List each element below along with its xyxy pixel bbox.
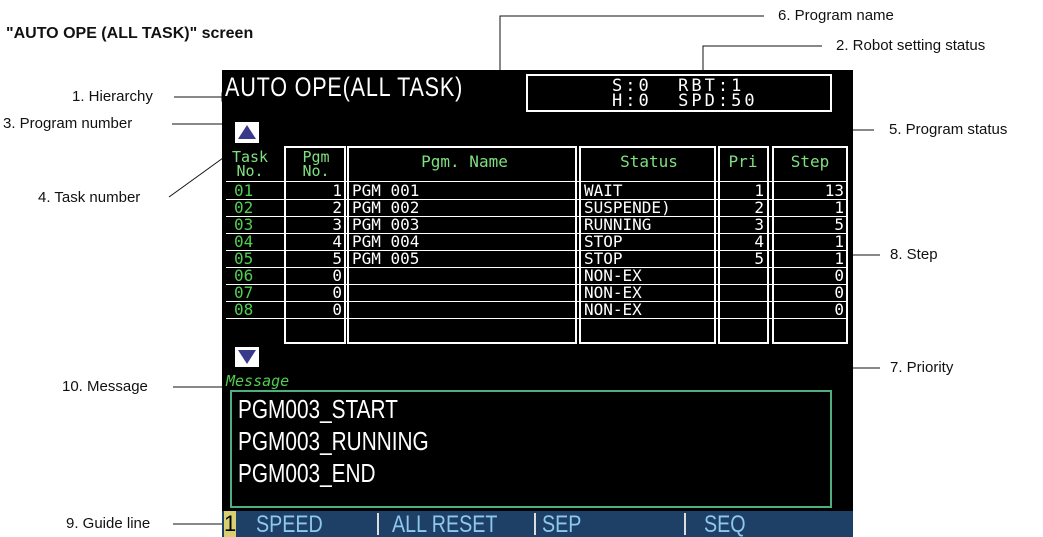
screen-hierarchy-title: AUTO OPE(ALL TASK) xyxy=(225,72,464,102)
annotation-robot-setting-status: 2. Robot setting status xyxy=(836,37,986,54)
step-cell: 13 xyxy=(824,181,844,200)
annotation-program-number: 3. Program number xyxy=(3,115,133,132)
guide-page-number: 1 xyxy=(224,511,237,537)
program-status-cell: WAIT xyxy=(584,181,623,200)
program-status-cell: SUSPENDE) xyxy=(584,198,671,217)
teach-pendant-screen: AUTO OPE(ALL TASK) S:0 RBT:1 H:0 SPD:50 … xyxy=(222,70,853,537)
program-number-cell: 1 xyxy=(332,181,342,200)
program-name-cell: PGM_004 xyxy=(352,232,420,251)
message-line-3: PGM003_END xyxy=(238,458,376,488)
program-number-cell: 0 xyxy=(332,266,342,285)
guide-key-sep[interactable]: SEP xyxy=(542,511,581,537)
program-number-cell: 2 xyxy=(332,198,342,217)
program-number-cell: 0 xyxy=(332,283,342,302)
guide-key-speed[interactable]: SPEED xyxy=(256,511,323,537)
task-number-cell: 01 xyxy=(234,181,254,200)
annotation-program-status: 5. Program status xyxy=(889,121,1008,138)
program-status-cell: NON-EX xyxy=(584,300,642,319)
priority-cell: 4 xyxy=(754,232,764,251)
task-number-cell: 04 xyxy=(234,232,254,251)
annotation-program-name: 6. Program name xyxy=(778,7,894,24)
message-line-1: PGM003_START xyxy=(238,394,398,424)
program-status-cell: STOP xyxy=(584,249,623,268)
program-name-cell: PGM_005 xyxy=(352,249,420,268)
guide-separator xyxy=(684,513,686,535)
annotation-priority: 7. Priority xyxy=(890,359,954,376)
message-line-2: PGM003_RUNNING xyxy=(238,426,429,456)
program-status-cell: NON-EX xyxy=(584,266,642,285)
task-number-cell: 05 xyxy=(234,249,254,268)
step-cell: 0 xyxy=(834,300,844,319)
program-name-cell: PGM_002 xyxy=(352,198,420,217)
program-name-cell: PGM_003 xyxy=(352,215,420,234)
program-status-cell: NON-EX xyxy=(584,283,642,302)
message-box: PGM003_START PGM003_RUNNING PGM003_END xyxy=(230,390,832,508)
annotation-hierarchy: 1. Hierarchy xyxy=(72,88,153,105)
program-status-cell: STOP xyxy=(584,232,623,251)
step-cell: 1 xyxy=(834,249,844,268)
guide-separator xyxy=(534,513,536,535)
program-number-cell: 0 xyxy=(332,300,342,319)
task-number-cell: 02 xyxy=(234,198,254,217)
priority-cell: 1 xyxy=(754,181,764,200)
priority-cell: 5 xyxy=(754,249,764,268)
program-number-cell: 3 xyxy=(332,215,342,234)
step-cell: 0 xyxy=(834,266,844,285)
guide-line: 1 SPEED ALL RESET SEP SEQ xyxy=(222,511,853,537)
guide-separator xyxy=(377,513,379,535)
scroll-down-arrow-icon[interactable] xyxy=(235,347,259,367)
program-status-cell: RUNNING xyxy=(584,215,652,234)
task-number-cell: 03 xyxy=(234,215,254,234)
guide-key-all-reset[interactable]: ALL RESET xyxy=(392,511,497,537)
annotation-guide-line: 9. Guide line xyxy=(66,515,151,532)
scroll-up-arrow-icon[interactable] xyxy=(235,122,259,143)
step-cell: 1 xyxy=(834,198,844,217)
annotation-message: 10. Message xyxy=(62,378,148,395)
program-number-cell: 4 xyxy=(332,232,342,251)
annotation-task-number: 4. Task number xyxy=(38,189,141,206)
task-number-cell: 07 xyxy=(234,283,254,302)
step-cell: 5 xyxy=(834,215,844,234)
header-task-bottom: No. xyxy=(236,162,264,180)
task-number-cell: 08 xyxy=(234,300,254,319)
step-cell: 1 xyxy=(834,232,844,251)
message-label: Message xyxy=(226,372,290,390)
program-number-cell: 5 xyxy=(332,249,342,268)
priority-cell: 3 xyxy=(754,215,764,234)
annotation-step: 8. Step xyxy=(890,246,938,263)
program-name-cell: PGM_001 xyxy=(352,181,420,200)
step-cell: 0 xyxy=(834,283,844,302)
status-line-2: H:0 SPD:50 xyxy=(612,91,758,111)
task-number-cell: 06 xyxy=(234,266,254,285)
guide-key-seq[interactable]: SEQ xyxy=(704,511,746,537)
priority-cell: 2 xyxy=(754,198,764,217)
robot-setting-status-box: S:0 RBT:1 H:0 SPD:50 xyxy=(526,74,832,112)
